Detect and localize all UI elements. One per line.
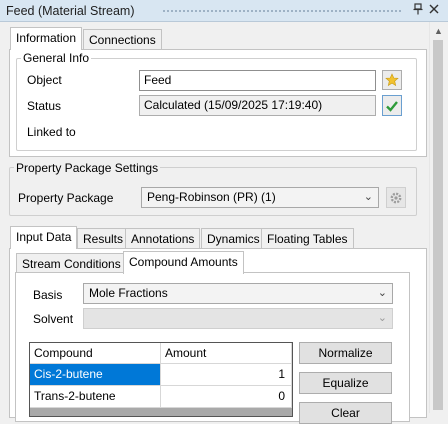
table-row-amount-cell[interactable]: 0 bbox=[161, 386, 292, 408]
property-package-settings-button[interactable] bbox=[386, 187, 406, 208]
solvent-select[interactable]: ⌄ bbox=[83, 308, 393, 329]
table-row-compound-cell[interactable]: Trans-2-butene bbox=[30, 386, 161, 408]
status-label: Status bbox=[27, 99, 62, 113]
tab-dynamics[interactable]: Dynamics bbox=[201, 228, 266, 249]
solvent-label: Solvent bbox=[33, 312, 74, 326]
scroll-thumb[interactable] bbox=[433, 40, 443, 410]
basis-select[interactable]: Mole Fractions ⌄ bbox=[83, 283, 393, 304]
equalize-button[interactable]: Equalize bbox=[299, 372, 392, 394]
table-row-compound-cell[interactable]: Cis-2-butene bbox=[30, 364, 161, 386]
property-package-legend: Property Package Settings bbox=[14, 161, 161, 175]
window-title: Feed (Material Stream) bbox=[6, 4, 135, 18]
clear-button[interactable]: Clear bbox=[299, 402, 392, 424]
drag-grip[interactable] bbox=[162, 9, 402, 14]
normalize-button[interactable]: Normalize bbox=[299, 342, 392, 364]
checkmark-icon bbox=[386, 101, 398, 112]
table-row-amount-cell[interactable]: 1 bbox=[161, 364, 292, 386]
object-label: Object bbox=[27, 73, 62, 87]
tab-connections[interactable]: Connections bbox=[83, 29, 162, 50]
chevron-down-icon: ⌄ bbox=[377, 312, 387, 324]
tab-input-data[interactable]: Input Data bbox=[10, 226, 78, 249]
tab-compound-amounts[interactable]: Compound Amounts bbox=[123, 251, 244, 274]
star-icon bbox=[385, 73, 399, 87]
close-icon[interactable] bbox=[427, 3, 441, 17]
basis-label: Basis bbox=[33, 288, 63, 302]
column-header-amount[interactable]: Amount bbox=[161, 343, 292, 364]
tab-information[interactable]: Information bbox=[10, 27, 83, 50]
linked-to-label: Linked to bbox=[27, 125, 76, 139]
title-bar[interactable]: Feed (Material Stream) bbox=[0, 0, 448, 22]
pin-icon[interactable] bbox=[411, 3, 425, 17]
gear-icon bbox=[390, 192, 402, 204]
scroll-up-icon[interactable]: ▲ bbox=[434, 26, 443, 36]
compound-amounts-table: Compound Amount Cis-2-butene 1 Trans-2-b… bbox=[29, 342, 293, 417]
object-name-input[interactable]: Feed bbox=[139, 70, 376, 91]
status-field: Calculated (15/09/2025 17:19:40) bbox=[139, 95, 376, 116]
tab-floating-tables[interactable]: Floating Tables bbox=[261, 228, 354, 249]
tab-results[interactable]: Results bbox=[77, 228, 130, 249]
general-info-legend: General Info bbox=[21, 51, 92, 65]
chevron-down-icon: ⌄ bbox=[363, 191, 373, 203]
column-header-compound[interactable]: Compound bbox=[30, 343, 161, 364]
status-check-button[interactable] bbox=[382, 95, 402, 116]
property-package-select[interactable]: Peng-Robinson (PR) (1) ⌄ bbox=[141, 187, 379, 208]
tab-stream-conditions[interactable]: Stream Conditions bbox=[16, 253, 127, 274]
property-package-label: Property Package bbox=[18, 191, 114, 205]
favorite-button[interactable] bbox=[382, 70, 402, 90]
chevron-down-icon: ⌄ bbox=[377, 287, 387, 299]
tab-annotations[interactable]: Annotations bbox=[125, 228, 201, 249]
vertical-scrollbar[interactable]: ▲ bbox=[429, 22, 446, 413]
